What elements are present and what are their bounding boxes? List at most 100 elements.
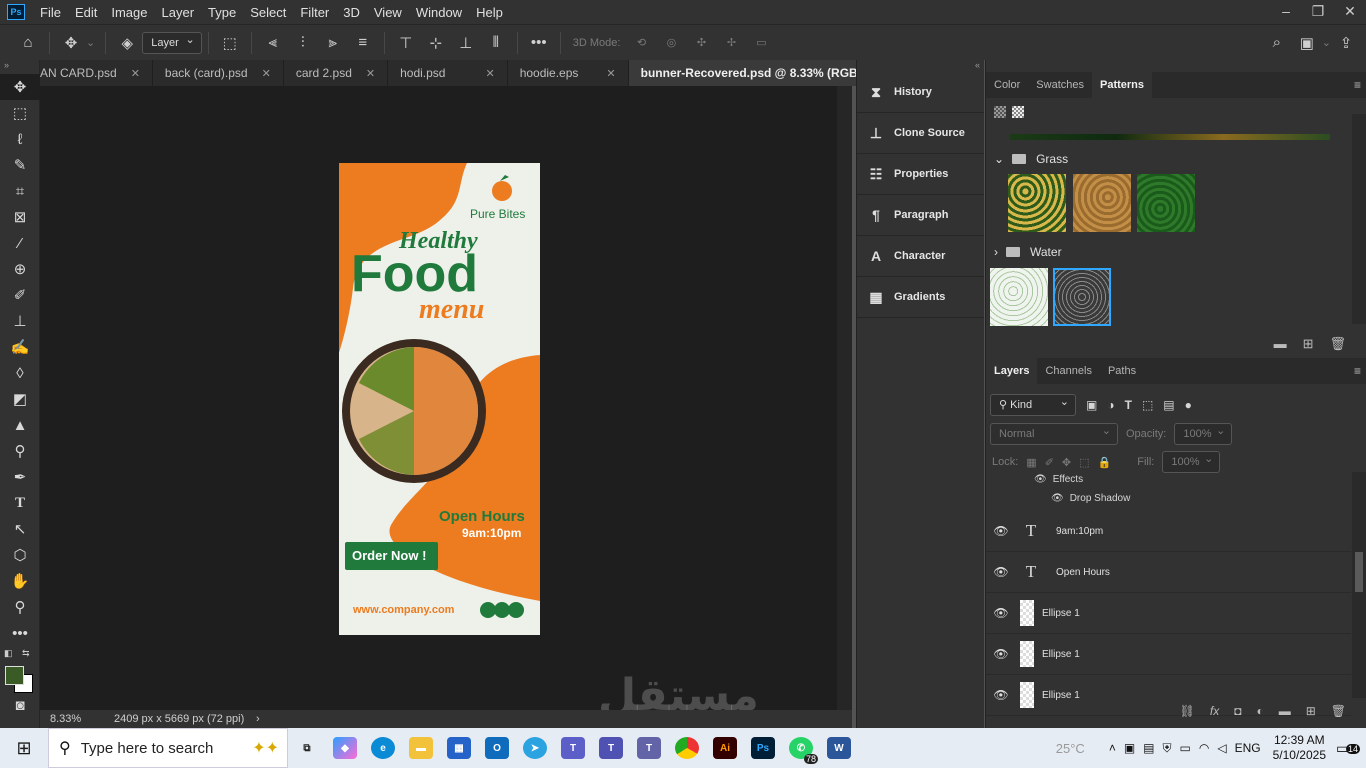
layer-row[interactable]: 👁 T 9am:10pm bbox=[986, 511, 1351, 552]
eye-icon[interactable]: 👁 bbox=[986, 606, 1016, 620]
fx-icon[interactable]: fx bbox=[1210, 704, 1219, 718]
brush-tool-icon[interactable]: ✐ bbox=[0, 282, 40, 308]
panel-menu-icon[interactable]: ≡ bbox=[1354, 364, 1366, 378]
tray-icon[interactable]: ▤ bbox=[1143, 741, 1154, 755]
lock-transparent-icon[interactable]: ▦ bbox=[1026, 456, 1036, 469]
new-pattern-icon[interactable]: ⊞ bbox=[1303, 336, 1314, 352]
tab-hoodie[interactable]: hoodie.eps ✕ bbox=[507, 60, 629, 86]
fill-input[interactable]: 100% bbox=[1162, 449, 1221, 473]
menu-type[interactable]: Type bbox=[201, 5, 243, 20]
default-colors-icon[interactable]: ◧ bbox=[4, 648, 13, 659]
word-app-icon[interactable]: W bbox=[820, 728, 858, 768]
eyedropper-tool-icon[interactable]: ⁄ bbox=[0, 230, 40, 256]
tab-layers[interactable]: Layers bbox=[986, 358, 1038, 384]
clock[interactable]: 12:39 AM 5/10/2025 bbox=[1273, 733, 1326, 763]
canvas-scrollbar[interactable] bbox=[837, 86, 852, 710]
pen-tool-icon[interactable]: ✒ bbox=[0, 464, 40, 490]
lock-all-icon[interactable]: 🔒 bbox=[1098, 456, 1112, 469]
menu-edit[interactable]: Edit bbox=[68, 5, 104, 20]
notifications-icon[interactable]: ▭ 14 bbox=[1336, 740, 1366, 757]
layer-row[interactable]: 👁 T Open Hours bbox=[986, 552, 1351, 593]
hand-tool-icon[interactable]: ✋ bbox=[0, 568, 40, 594]
teams-app-icon[interactable]: T bbox=[554, 728, 592, 768]
lock-position-icon[interactable]: ✥ bbox=[1062, 456, 1071, 469]
close-icon[interactable]: ✕ bbox=[606, 67, 615, 80]
tab-hodi[interactable]: hodi.psd ✕ bbox=[388, 60, 508, 86]
chevron-right-icon[interactable]: › bbox=[256, 713, 260, 725]
lasso-tool-icon[interactable]: ℓ bbox=[0, 126, 40, 152]
pan-3d-icon[interactable]: ✣ bbox=[689, 31, 713, 55]
tray-icon[interactable]: ▣ bbox=[1124, 741, 1135, 755]
photoshop-app-icon[interactable]: Ps bbox=[744, 728, 782, 768]
document-canvas[interactable]: Pure Bites Healthy Food menu Open Hours … bbox=[339, 163, 540, 635]
windows-start-icon[interactable]: ⊞ bbox=[0, 738, 48, 759]
pattern-grass-1[interactable] bbox=[1008, 174, 1066, 232]
quick-mask-icon[interactable]: ◙ bbox=[0, 692, 40, 718]
move-tool-icon[interactable]: ✥ bbox=[59, 31, 83, 55]
pattern-group-water[interactable]: › Water bbox=[986, 241, 1351, 263]
layer-row[interactable]: 👁 Ellipse 1 bbox=[986, 593, 1351, 634]
orbit-3d-icon[interactable]: ⟲ bbox=[629, 31, 653, 55]
menu-select[interactable]: Select bbox=[243, 5, 293, 20]
eye-icon[interactable]: 👁 bbox=[1034, 474, 1047, 485]
eraser-tool-icon[interactable]: ◊ bbox=[0, 360, 40, 386]
clone-stamp-tool-icon[interactable]: ⊥ bbox=[0, 308, 40, 334]
tab-back-card[interactable]: back (card).psd ✕ bbox=[152, 60, 284, 86]
distribute-icon[interactable]: ≡ bbox=[351, 31, 375, 55]
transform-controls-icon[interactable]: ⬚ bbox=[218, 31, 242, 55]
type-tool-icon[interactable]: T bbox=[0, 490, 40, 516]
filter-adjustment-icon[interactable]: ◑ bbox=[1107, 398, 1114, 412]
dock-paragraph[interactable]: ¶ Paragraph bbox=[857, 195, 984, 236]
tab-color[interactable]: Color bbox=[986, 72, 1028, 98]
store-app-icon[interactable]: ▦ bbox=[440, 728, 478, 768]
eye-icon[interactable]: 👁 bbox=[986, 524, 1016, 538]
eye-icon[interactable]: 👁 bbox=[986, 565, 1016, 579]
battery-icon[interactable]: ▭ bbox=[1180, 741, 1191, 755]
minimize-icon[interactable]: – bbox=[1270, 0, 1302, 24]
close-icon[interactable]: ✕ bbox=[366, 67, 375, 80]
dock-gradients[interactable]: ▦ Gradients bbox=[857, 277, 984, 318]
slide-3d-icon[interactable]: ✢ bbox=[719, 31, 743, 55]
link-layers-icon[interactable]: ⛓ bbox=[1180, 704, 1195, 718]
pattern-group-grass[interactable]: ⌄ Grass bbox=[986, 148, 1351, 170]
pattern-grid-small-icon[interactable] bbox=[994, 106, 1006, 118]
collapse-dock-icon[interactable]: « bbox=[857, 60, 984, 72]
effects-row[interactable]: 👁 Effects bbox=[1034, 474, 1083, 485]
opacity-input[interactable]: 100% bbox=[1174, 421, 1233, 445]
close-icon[interactable]: ✕ bbox=[485, 67, 494, 80]
move-tool-icon[interactable]: ✥ bbox=[0, 74, 40, 100]
lock-image-icon[interactable]: ✐ bbox=[1045, 456, 1054, 469]
search-icon[interactable]: ⌕ bbox=[1265, 31, 1289, 55]
zoom-tool-icon[interactable]: ⚲ bbox=[0, 594, 40, 620]
menu-view[interactable]: View bbox=[367, 5, 409, 20]
dock-clone-source[interactable]: ⊥ Clone Source bbox=[857, 113, 984, 154]
menu-filter[interactable]: Filter bbox=[293, 5, 336, 20]
shape-tool-icon[interactable]: ⬡ bbox=[0, 542, 40, 568]
security-icon[interactable]: ⛨ bbox=[1163, 741, 1172, 756]
chevron-right-icon[interactable]: › bbox=[994, 245, 998, 259]
align-right-icon[interactable]: ⫸ bbox=[321, 31, 345, 55]
menu-file[interactable]: File bbox=[33, 5, 68, 20]
align-bottom-icon[interactable]: ⊥ bbox=[454, 31, 478, 55]
zoom-level[interactable]: 8.33% bbox=[40, 713, 106, 725]
blur-tool-icon[interactable]: ▲ bbox=[0, 412, 40, 438]
illustrator-app-icon[interactable]: Ai bbox=[706, 728, 744, 768]
patterns-scrollbar[interactable] bbox=[1352, 114, 1366, 324]
delete-icon[interactable]: 🗑 bbox=[1331, 704, 1346, 718]
chevron-down-icon[interactable]: ⌄ bbox=[86, 36, 95, 49]
path-selection-tool-icon[interactable]: ↖ bbox=[0, 516, 40, 542]
whatsapp-app-icon[interactable]: ✆ 78 bbox=[782, 728, 820, 768]
menu-help[interactable]: Help bbox=[469, 5, 510, 20]
new-group-icon[interactable]: ▬ bbox=[1279, 704, 1291, 718]
drop-shadow-row[interactable]: 👁 Drop Shadow bbox=[1051, 493, 1130, 504]
dock-history[interactable]: ⧗ History bbox=[857, 72, 984, 113]
close-icon[interactable]: ✕ bbox=[131, 67, 140, 80]
tab-card-2[interactable]: card 2.psd ✕ bbox=[283, 60, 389, 86]
lock-artboard-icon[interactable]: ⬚ bbox=[1079, 456, 1089, 469]
chevron-up-icon[interactable]: ˄ bbox=[1109, 741, 1116, 755]
copilot-app-icon[interactable]: ◆ bbox=[326, 728, 364, 768]
swap-colors-icon[interactable]: ⇆ bbox=[22, 648, 30, 659]
outlook-app-icon[interactable]: O bbox=[478, 728, 516, 768]
distribute-vertical-icon[interactable]: ⦀ bbox=[484, 31, 508, 55]
healing-brush-tool-icon[interactable]: ⊕ bbox=[0, 256, 40, 282]
